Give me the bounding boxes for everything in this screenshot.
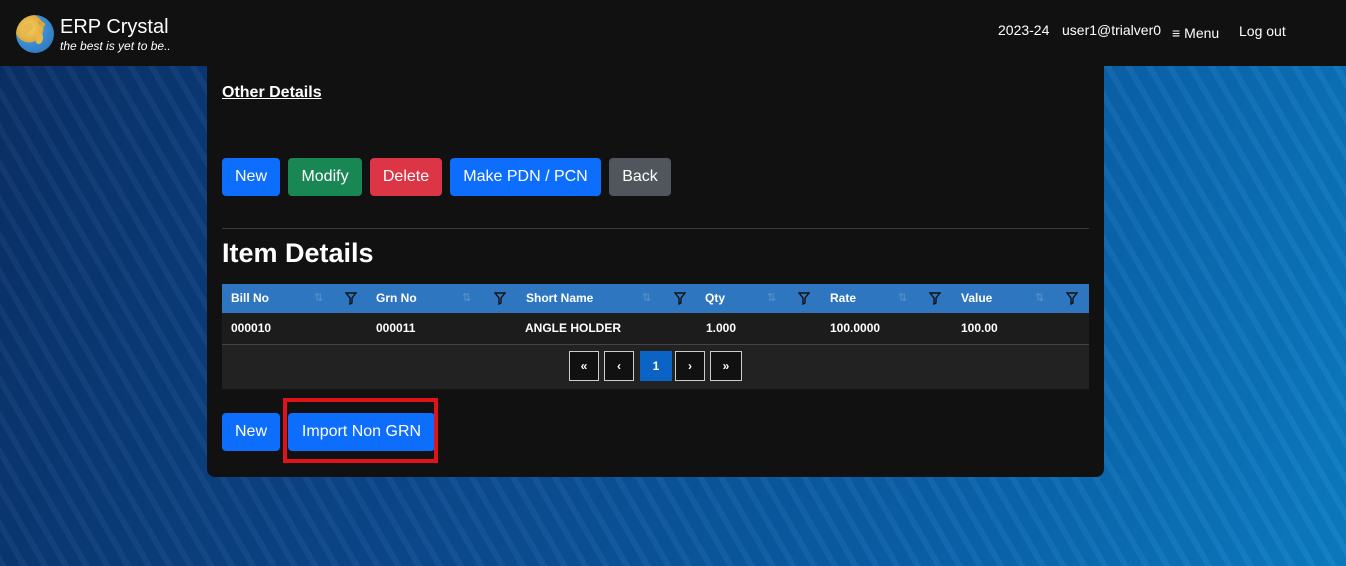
sort-icon[interactable]: ⇅ [898, 284, 907, 313]
column-header-qty[interactable]: Qty [705, 284, 725, 313]
column-header-rate[interactable]: Rate [830, 284, 856, 313]
logout-link[interactable]: Log out [1239, 23, 1286, 39]
menu-label: Menu [1184, 25, 1220, 41]
column-header-bill-no[interactable]: Bill No [231, 284, 269, 313]
filter-icon[interactable] [798, 292, 810, 305]
cell-short-name: ANGLE HOLDER [525, 321, 621, 335]
sort-icon[interactable]: ⇅ [462, 284, 471, 313]
menu-button[interactable]: ≡ Menu [1172, 25, 1219, 41]
filter-icon[interactable] [929, 292, 941, 305]
last-page-button[interactable]: » [710, 351, 742, 381]
sort-icon[interactable]: ⇅ [767, 284, 776, 313]
item-details-table: Bill No ⇅ Grn No ⇅ Short Name ⇅ Qty ⇅ Ra… [222, 284, 1089, 389]
item-details-title: Item Details [222, 238, 374, 268]
new-button[interactable]: New [222, 158, 280, 196]
table-header-row: Bill No ⇅ Grn No ⇅ Short Name ⇅ Qty ⇅ Ra… [222, 284, 1089, 313]
filter-icon[interactable] [345, 292, 357, 305]
cell-bill-no: 000010 [231, 321, 272, 335]
column-header-grn-no[interactable]: Grn No [376, 284, 417, 313]
delete-button[interactable]: Delete [370, 158, 442, 196]
pagination: « ‹ 1 › » [222, 345, 1089, 389]
app-title[interactable]: ERP Crystal [60, 16, 169, 39]
cell-qty: 1.000 [706, 321, 737, 335]
cell-value: 100.00 [961, 321, 998, 335]
column-header-short-name[interactable]: Short Name [526, 284, 593, 313]
cell-rate: 100.0000 [830, 321, 881, 335]
table-row[interactable]: 000010 000011 ANGLE HOLDER 1.000 100.000… [222, 313, 1089, 345]
make-pdn-pcn-button[interactable]: Make PDN / PCN [450, 158, 601, 196]
other-details-link[interactable]: Other Details [222, 84, 322, 102]
modify-button[interactable]: Modify [288, 158, 362, 196]
column-header-value[interactable]: Value [961, 284, 992, 313]
page-1-button[interactable]: 1 [640, 351, 672, 381]
new-item-button[interactable]: New [222, 413, 280, 451]
financial-year[interactable]: 2023-24 [998, 22, 1049, 38]
user-name[interactable]: user1@trialver0 [1062, 22, 1161, 38]
back-button[interactable]: Back [609, 158, 671, 196]
globe-logo-icon[interactable] [16, 15, 54, 53]
app-tagline: the best is yet to be.. [60, 39, 171, 53]
filter-icon[interactable] [494, 292, 506, 305]
divider [222, 228, 1089, 229]
first-page-button[interactable]: « [569, 351, 599, 381]
sort-icon[interactable]: ⇅ [1035, 284, 1044, 313]
next-page-button[interactable]: › [675, 351, 705, 381]
filter-icon[interactable] [1066, 292, 1078, 305]
details-card: Other Details New Modify Delete Make PDN… [207, 62, 1104, 477]
top-navbar: ERP Crystal the best is yet to be.. 2023… [0, 0, 1346, 66]
prev-page-button[interactable]: ‹ [604, 351, 634, 381]
sort-icon[interactable]: ⇅ [642, 284, 651, 313]
filter-icon[interactable] [674, 292, 686, 305]
sort-icon[interactable]: ⇅ [314, 284, 323, 313]
hamburger-icon: ≡ [1172, 25, 1181, 41]
cell-grn-no: 000011 [376, 321, 416, 335]
highlight-box [283, 398, 438, 463]
